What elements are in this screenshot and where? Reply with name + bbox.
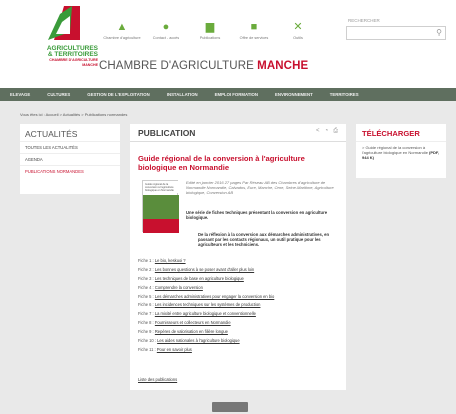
nav-item-environnement[interactable]: ENVIRONNEMENT xyxy=(275,88,313,101)
download-link-text: > Guide régional de la conversion à l'ag… xyxy=(362,145,428,155)
shortcut-services[interactable]: ■ Offre de services xyxy=(232,20,276,40)
fiche-number: Fiche 7 : xyxy=(138,311,155,317)
shortcut-outils[interactable]: ✕ Outils xyxy=(276,20,320,40)
fiches-list: Fiche 1 : Le bio, keskuoi ? Fiche 2 : Le… xyxy=(138,258,338,356)
site-title-accent: MANCHE xyxy=(257,60,309,72)
download-panel: TÉLÉCHARGER > Guide régional de la conve… xyxy=(356,124,446,178)
list-item: Fiche 10 : Les aides nationales à l'agri… xyxy=(138,338,338,343)
fiche-number: Fiche 2 : xyxy=(138,266,155,272)
publication-title: Guide régional de la conversion à l'agri… xyxy=(138,154,305,172)
nav-item-emploi[interactable]: EMPLOI FORMATION xyxy=(215,88,258,101)
publication-meta: Edité en janvier 2016 27 pages Par Résea… xyxy=(186,180,334,195)
shortcut-publications[interactable]: ▆ Publications xyxy=(188,20,232,40)
sidebar-item-publications[interactable]: PUBLICATIONS NORMANDES xyxy=(20,165,120,177)
agricultures-logo-icon[interactable] xyxy=(40,4,96,44)
download-link[interactable]: > Guide régional de la conversion à l'ag… xyxy=(356,142,446,164)
publications-list-link[interactable]: Liste des publications xyxy=(138,377,177,382)
shortcut-chambre[interactable]: ▲ Chambre d'agriculture xyxy=(100,20,144,40)
top-shortcuts: ▲ Chambre d'agriculture ● Contact - accè… xyxy=(100,20,320,40)
publication-header: PUBLICATION < ◔ ⎙ xyxy=(130,124,346,142)
sidebar-actualites: ACTUALITÉS TOUTES LES ACTUALITÉS AGENDA … xyxy=(20,124,120,194)
fiche-number: Fiche 6 : xyxy=(138,302,155,308)
shortcut-label: Offre de services xyxy=(239,36,269,40)
fiche-link[interactable]: Repères de valorisation en filière longu… xyxy=(155,329,228,334)
fiche-link[interactable]: Le bio, keskuoi ? xyxy=(155,258,186,263)
shortcut-label: Contact - accès xyxy=(152,36,180,40)
shortcut-label: Outils xyxy=(293,36,303,40)
back-to-top-button[interactable] xyxy=(212,402,248,412)
graduation-cap-icon: ▆ xyxy=(205,21,215,33)
fiche-link[interactable]: Comprendre la conversion xyxy=(155,285,203,290)
fiche-number: Fiche 4 : xyxy=(138,284,155,290)
cover-title: Guide régional de la conversion à l'agri… xyxy=(145,183,174,192)
fiche-number: Fiche 1 : xyxy=(138,258,155,263)
fiche-link[interactable]: Les démarches administratives pour engag… xyxy=(155,294,274,299)
cover-photo xyxy=(143,195,179,219)
list-item: Fiche 2 : Les bonnes questions à se pose… xyxy=(138,267,338,272)
binoculars-icon: ■ xyxy=(250,21,258,33)
fiche-number: Fiche 8 : xyxy=(138,320,155,326)
nav-item-territoires[interactable]: TERRITOIRES xyxy=(330,88,359,101)
list-item: Fiche 1 : Le bio, keskuoi ? xyxy=(138,258,338,263)
shortcut-contact[interactable]: ● Contact - accès xyxy=(144,20,188,40)
nav-item-elevage[interactable]: ELEVAGE xyxy=(10,88,30,101)
site-header: AGRICULTURES & TERRITOIRES CHAMBRE D'AGR… xyxy=(0,0,456,88)
fiche-link[interactable]: Les incidences techniques sur les systèm… xyxy=(155,302,261,307)
page-tools: < ◔ ⎙ xyxy=(316,128,338,135)
fiche-link[interactable]: La mixité entre agriculture biologique e… xyxy=(155,311,256,316)
fiche-number: Fiche 10 : xyxy=(138,338,158,344)
search-icon[interactable]: ⚲ xyxy=(436,28,442,37)
nav-item-cultures[interactable]: CULTURES xyxy=(47,88,70,101)
publication-description-text: De la réflexion à la conversion aux déma… xyxy=(198,232,330,247)
fiche-link[interactable]: Fournisseurs et collecteurs en Normandie xyxy=(155,320,231,325)
print-icon[interactable]: ⎙ xyxy=(333,128,338,135)
fiche-number: Fiche 11 : xyxy=(138,346,157,352)
search-input[interactable]: ⚲ xyxy=(346,26,446,40)
list-item: Fiche 5 : Les démarches administratives … xyxy=(138,294,338,299)
list-item: Fiche 6 : Les incidences techniques sur … xyxy=(138,302,338,307)
download-title: TÉLÉCHARGER xyxy=(356,124,446,142)
list-item: Fiche 8 : Fournisseurs et collecteurs en… xyxy=(138,320,338,325)
share-icon[interactable]: < xyxy=(316,128,320,135)
publication-summary: Une série de fiches techniques présentan… xyxy=(186,210,328,220)
page-title: PUBLICATION xyxy=(138,128,196,138)
sidebar-item-toutes[interactable]: TOUTES LES ACTUALITÉS xyxy=(20,141,120,153)
tools-icon: ✕ xyxy=(293,21,303,33)
fiche-link[interactable]: Les aides nationales à l'agriculture bio… xyxy=(157,338,240,343)
brand-wordmark: AGRICULTURES & TERRITOIRES CHAMBRE D'AGR… xyxy=(38,45,98,68)
cover-footer xyxy=(143,219,179,233)
tractor-icon: ▲ xyxy=(116,21,128,33)
fiche-number: Fiche 3 : xyxy=(138,275,155,281)
fiche-number: Fiche 5 : xyxy=(138,293,155,299)
brand-line-4: MANCHE xyxy=(82,63,98,67)
publication-cover-image[interactable]: Guide régional de la conversion à l'agri… xyxy=(142,180,179,233)
fiche-link[interactable]: Pour en savoir plus xyxy=(157,347,192,352)
nav-item-installation[interactable]: INSTALLATION xyxy=(167,88,198,101)
list-item: Fiche 7 : La mixité entre agriculture bi… xyxy=(138,311,338,316)
fiche-link[interactable]: Les bonnes questions à se poser avant d'… xyxy=(155,267,254,272)
publication-description: De la réflexion à la conversion aux déma… xyxy=(138,232,338,247)
fiche-number: Fiche 9 : xyxy=(138,329,155,335)
nav-item-gestion[interactable]: GESTION DE L'EXPLOITATION xyxy=(87,88,149,101)
fiche-link[interactable]: Les techniques de base en agriculture bi… xyxy=(155,276,244,281)
breadcrumb[interactable]: Vous êtes ici : Accueil > Actualités > P… xyxy=(20,112,127,117)
rss-icon[interactable]: ◔ xyxy=(325,128,329,135)
shortcut-label: Chambre d'agriculture xyxy=(103,36,141,40)
publication-panel: PUBLICATION < ◔ ⎙ Guide régional de la c… xyxy=(130,124,346,390)
site-title-main: CHAMBRE D'AGRICULTURE xyxy=(99,60,254,72)
list-item: Fiche 3 : Les techniques de base en agri… xyxy=(138,276,338,281)
sidebar-title: ACTUALITÉS xyxy=(25,129,78,139)
sidebar-item-agenda[interactable]: AGENDA xyxy=(20,153,120,165)
list-item: Fiche 11 : Pour en savoir plus xyxy=(138,347,338,352)
location-pin-icon: ● xyxy=(162,21,170,33)
list-item: Fiche 9 : Repères de valorisation en fil… xyxy=(138,329,338,334)
shortcut-label: Publications xyxy=(199,36,221,40)
search-label: RECHERCHER xyxy=(348,18,380,23)
list-item: Fiche 4 : Comprendre la conversion xyxy=(138,285,338,290)
site-title[interactable]: CHAMBRE D'AGRICULTURE MANCHE xyxy=(99,60,308,72)
main-nav: ELEVAGE CULTURES GESTION DE L'EXPLOITATI… xyxy=(0,88,456,101)
